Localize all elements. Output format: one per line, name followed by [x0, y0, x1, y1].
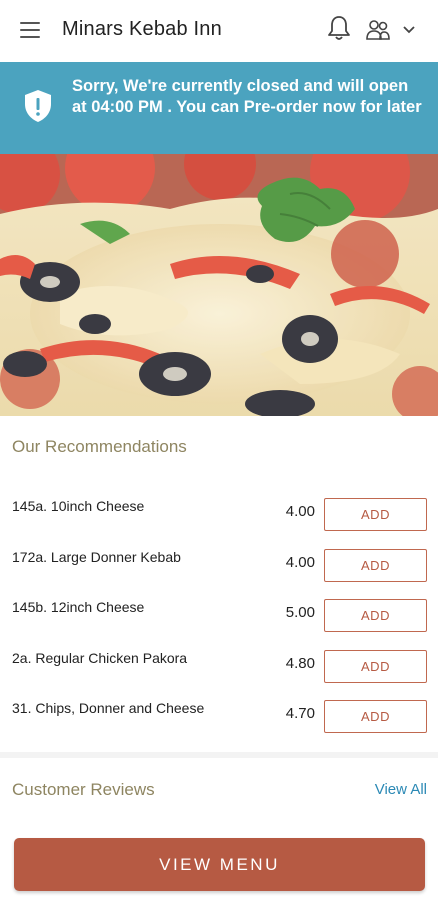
- section-divider: [0, 752, 438, 758]
- app-header: Minars Kebab Inn: [0, 0, 438, 62]
- item-price: 5.00: [285, 604, 315, 621]
- user-menu-button[interactable]: [364, 16, 424, 44]
- closed-notice-banner: Sorry, We're currently closed and will o…: [0, 62, 438, 154]
- hamburger-menu-icon[interactable]: [20, 22, 40, 38]
- add-button[interactable]: ADD: [324, 548, 427, 582]
- item-price: 4.80: [285, 654, 315, 672]
- list-item: 145a. 10inch Cheese 4.00 ADD: [0, 488, 438, 539]
- bell-icon[interactable]: [326, 14, 352, 42]
- add-button[interactable]: ADD: [324, 599, 427, 632]
- recommendations-list: 145a. 10inch Cheese 4.00 ADD 172a. Large…: [0, 488, 438, 741]
- item-name: 145a. 10inch Cheese: [12, 498, 145, 514]
- item-name: 2a. Regular Chicken Pakora: [12, 649, 188, 666]
- item-name: 31. Chips, Donner and Cheese: [12, 700, 205, 716]
- list-item: 2a. Regular Chicken Pakora 4.80 ADD: [0, 640, 438, 691]
- add-button[interactable]: ADD: [324, 700, 427, 733]
- shield-alert-icon: [25, 90, 51, 122]
- view-all-reviews-link[interactable]: View All: [375, 781, 427, 798]
- item-price: 4.70: [285, 705, 315, 722]
- item-name: 172a. Large Donner Kebab: [12, 548, 181, 565]
- closed-notice-message: Sorry, We're currently closed and will o…: [72, 77, 422, 116]
- reviews-title: Customer Reviews: [12, 780, 155, 799]
- chevron-down-icon: [403, 26, 415, 34]
- item-price: 4.00: [285, 503, 315, 520]
- user-group-icon: [366, 20, 390, 40]
- item-name: 145b. 12inch Cheese: [12, 599, 145, 615]
- recommendations-title: Our Recommendations: [12, 437, 187, 456]
- page-title: Minars Kebab Inn: [62, 18, 222, 40]
- view-menu-button[interactable]: VIEW MENU: [14, 838, 425, 891]
- list-item: 145b. 12inch Cheese 5.00 ADD: [0, 589, 438, 640]
- list-item: 172a. Large Donner Kebab 4.00 ADD: [0, 539, 438, 590]
- list-item: 31. Chips, Donner and Cheese 4.70 ADD: [0, 690, 438, 741]
- add-button[interactable]: ADD: [324, 498, 427, 531]
- add-button[interactable]: ADD: [324, 649, 427, 683]
- item-price: 4.00: [285, 553, 315, 571]
- hero-image: [0, 154, 438, 416]
